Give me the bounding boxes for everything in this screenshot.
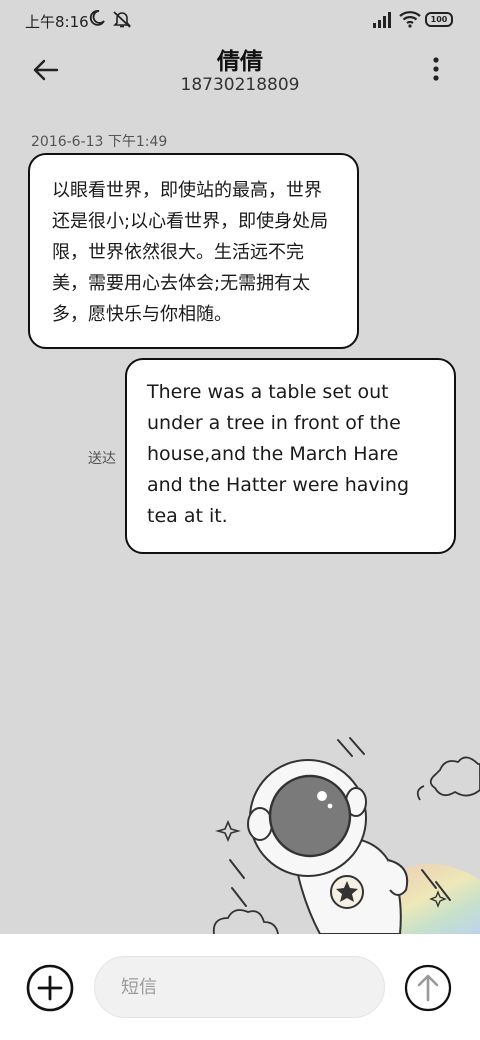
- composer-bar: [0, 934, 480, 1040]
- astronaut-illustration: [212, 737, 480, 934]
- mute-icon: [113, 11, 131, 28]
- moon-icon: [89, 10, 105, 26]
- message-timestamp: 2016-6-13 下午1:49: [31, 134, 168, 150]
- status-time: 上午8:16: [25, 13, 89, 31]
- conversation-header: 倩倩 18730218809: [0, 40, 480, 106]
- contact-name: 倩倩: [217, 49, 263, 75]
- send-arrow-icon[interactable]: [404, 964, 452, 1012]
- contact-number: 18730218809: [180, 75, 300, 95]
- sms-input[interactable]: [94, 956, 385, 1018]
- wifi-icon: [399, 11, 421, 28]
- more-vertical-icon[interactable]: [422, 54, 450, 84]
- plus-icon[interactable]: [26, 964, 74, 1012]
- battery-icon: 100: [425, 12, 453, 27]
- outgoing-message-bubble[interactable]: There was a table set out under a tree i…: [125, 358, 456, 554]
- incoming-message-bubble[interactable]: 以眼看世界，即使站的最高，世界还是很小;以心看世界，即使身处局限，世界依然很大。…: [28, 153, 359, 349]
- status-bar: 上午8:16 100: [0, 0, 480, 40]
- delivery-status: 送达: [88, 451, 116, 467]
- signal-icon: [373, 12, 391, 28]
